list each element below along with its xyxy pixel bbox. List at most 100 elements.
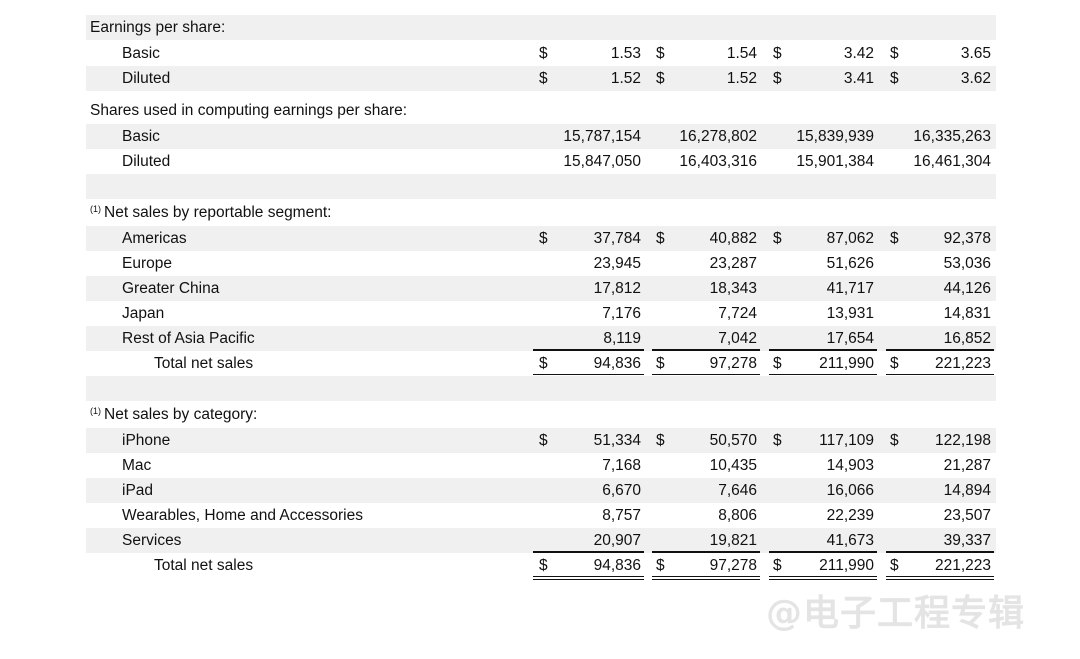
spacer-row — [86, 174, 996, 199]
cell-value: 13,931 — [826, 305, 874, 322]
row-label: iPhone — [122, 432, 171, 449]
category-row: Services 20,907 19,821 41,673 39,337 — [86, 528, 996, 553]
cell-value: 7,176 — [602, 305, 641, 322]
cell-value: 15,839,939 — [796, 128, 874, 145]
total-double-rule — [886, 579, 994, 581]
cell-value: 23,507 — [943, 507, 991, 524]
total-double-rule — [886, 374, 994, 376]
cell-value: 117,109 — [819, 432, 874, 449]
total-label: Total net sales — [154, 557, 254, 574]
currency-symbol: $ — [539, 355, 548, 372]
row-label: Greater China — [122, 280, 220, 297]
section-heading-text: Net sales by reportable segment: — [104, 204, 332, 221]
cell-value: 97,278 — [709, 557, 757, 574]
currency-symbol: $ — [773, 355, 782, 372]
section-heading-text: Shares used in computing earnings per sh… — [90, 102, 408, 119]
currency-symbol: $ — [656, 230, 665, 247]
total-double-rule — [652, 374, 760, 376]
cell-value: 20,907 — [593, 532, 641, 549]
cell-value: 22,239 — [826, 507, 874, 524]
segment-row: Americas $37,784 $40,882 $87,062 $92,378 — [86, 226, 996, 251]
cell-value: 37,784 — [593, 230, 641, 247]
segment-total-row: Total net sales $94,836 $97,278 $211,990 $22… — [86, 351, 996, 376]
cell-value: 94,836 — [593, 355, 641, 372]
total-label: Total net sales — [154, 355, 254, 372]
cell-value: 221,223 — [934, 557, 991, 574]
eps-heading-row: Earnings per share: — [86, 15, 996, 40]
cell-value: 3.41 — [843, 70, 874, 87]
currency-symbol: $ — [773, 45, 782, 62]
total-double-rule — [533, 579, 644, 581]
spacer-row — [86, 376, 996, 401]
segment-row: Rest of Asia Pacific 8,119 7,042 17,654 16,8… — [86, 326, 996, 351]
row-label: Americas — [122, 230, 187, 247]
cell-value: 7,168 — [602, 457, 641, 474]
row-label: Japan — [122, 305, 165, 322]
cell-value: 211,990 — [819, 355, 874, 372]
cell-value: 53,036 — [943, 255, 991, 272]
currency-symbol: $ — [890, 432, 899, 449]
cell-value: 16,335,263 — [913, 128, 991, 145]
cell-value: 17,654 — [826, 330, 874, 347]
cell-value: 14,831 — [943, 305, 991, 322]
cell-value: 1.53 — [610, 45, 641, 62]
cell-value: 51,626 — [826, 255, 874, 272]
cell-value: 14,894 — [943, 482, 991, 499]
footnote-marker: (1) — [90, 406, 101, 416]
segment-row: Greater China 17,812 18,343 41,717 44,126 — [86, 276, 996, 301]
total-double-rule — [652, 579, 760, 581]
category-heading-row: (1) Net sales by category: — [86, 402, 996, 427]
financial-table: Earnings per share: Basic $1.53 $1.54 $3.42 $… — [0, 0, 1080, 659]
eps-row: Diluted $1.52 $1.52 $3.41 $3.62 — [86, 66, 996, 91]
currency-symbol: $ — [890, 45, 899, 62]
watermark: @电子工程专辑 — [766, 593, 1026, 634]
currency-symbol: $ — [773, 432, 782, 449]
shares-heading: Shares used in computing earnings per sh… — [90, 98, 407, 123]
currency-symbol: $ — [773, 70, 782, 87]
cell-value: 21,287 — [943, 457, 991, 474]
total-double-rule — [769, 374, 877, 376]
cell-value: 23,287 — [709, 255, 757, 272]
currency-symbol: $ — [539, 70, 548, 87]
cell-value: 94,836 — [593, 557, 641, 574]
cell-value: 3.42 — [843, 45, 874, 62]
row-label: Diluted — [122, 153, 171, 170]
total-double-rule — [652, 576, 760, 578]
cell-value: 16,066 — [826, 482, 874, 499]
shares-row: Basic 15,787,154 16,278,802 15,839,939 16,33… — [86, 124, 996, 149]
cell-value: 8,806 — [718, 507, 757, 524]
section-heading-text: Net sales by category: — [104, 406, 258, 423]
footnote-marker: (1) — [90, 204, 101, 214]
currency-symbol: $ — [539, 557, 548, 574]
row-label: Services — [122, 532, 182, 549]
category-row: iPad 6,670 7,646 16,066 14,894 — [86, 478, 996, 503]
currency-symbol: $ — [773, 557, 782, 574]
total-double-rule — [769, 576, 877, 578]
cell-value: 7,042 — [718, 330, 757, 347]
category-total-row: Total net sales $94,836 $97,278 $211,990 $22… — [86, 553, 996, 578]
cell-value: 8,757 — [602, 507, 641, 524]
row-label: Wearables, Home and Accessories — [122, 507, 363, 524]
cell-value: 19,821 — [709, 532, 757, 549]
category-heading: (1) Net sales by category: — [90, 402, 257, 427]
cell-value: 41,717 — [826, 280, 874, 297]
cell-value: 18,343 — [709, 280, 757, 297]
currency-symbol: $ — [539, 432, 548, 449]
cell-value: 97,278 — [709, 355, 757, 372]
cell-value: 7,646 — [718, 482, 757, 499]
shares-row: Diluted 15,847,050 16,403,316 15,901,384 16,… — [86, 149, 996, 174]
currency-symbol: $ — [890, 70, 899, 87]
section-heading-text: Earnings per share: — [90, 19, 226, 36]
currency-symbol: $ — [539, 45, 548, 62]
cell-value: 1.54 — [726, 45, 757, 62]
cell-value: 17,812 — [593, 280, 641, 297]
currency-symbol: $ — [656, 355, 665, 372]
row-label: Basic — [122, 128, 160, 145]
eps-row: Basic $1.53 $1.54 $3.42 $3.65 — [86, 41, 996, 66]
cell-value: 40,882 — [709, 230, 757, 247]
total-double-rule — [769, 579, 877, 581]
segment-heading: (1) Net sales by reportable segment: — [90, 200, 331, 225]
total-double-rule — [533, 374, 644, 376]
cell-value: 1.52 — [726, 70, 757, 87]
cell-value: 16,278,802 — [679, 128, 757, 145]
